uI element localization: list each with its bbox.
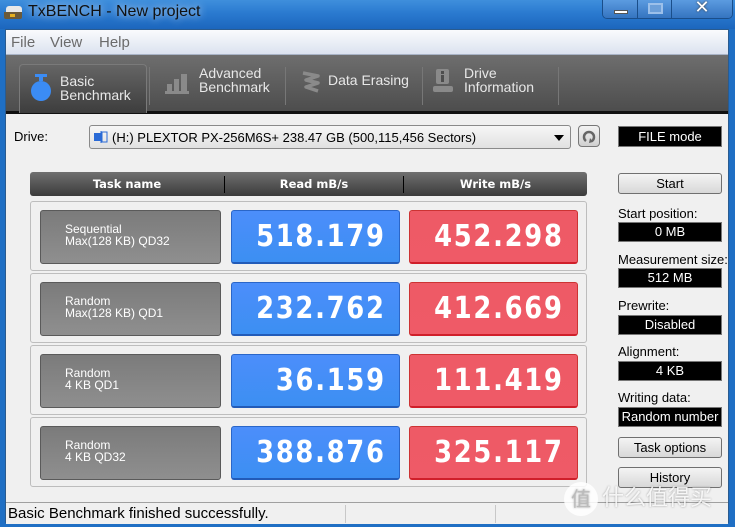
refresh-button[interactable] [578,125,600,147]
write-value-text: 412.669 [434,291,564,326]
read-value-text: 388.876 [256,435,386,470]
app-icon [4,6,22,20]
drive-info-icon [433,69,453,92]
read-value-text: 36.159 [276,363,386,398]
status-separator [345,505,346,523]
stopwatch-icon [31,74,51,101]
window-title: TxBENCH - New project [28,3,201,20]
prewrite-value: Disabled [618,315,722,335]
tab-drive-information-line2: Information [464,79,535,95]
tab-basic-benchmark[interactable]: Basic Benchmark [19,64,147,113]
minimize-icon [614,10,628,14]
status-message: Basic Benchmark finished successfully. [8,505,269,522]
minimize-button[interactable] [603,0,637,18]
toolbar-separator [558,67,559,105]
alignment-value: 4 KB [618,361,722,381]
read-value: 388.876 [231,426,400,480]
task-name-line2: 4 KB QD1 [65,378,120,392]
menu-view[interactable]: View [50,34,82,51]
tab-data-erasing-label: Data Erasing [328,72,409,88]
write-value: 325.117 [409,426,578,480]
mode-indicator: FILE mode [618,126,722,147]
write-value-text: 111.419 [434,363,564,398]
status-separator [495,505,496,523]
chevron-down-icon [554,135,564,141]
tab-advanced-benchmark-line1: Advanced [199,65,262,81]
watermark: 值什么值得买 [564,480,712,516]
measurement-size-value: 512 MB [618,268,722,288]
column-header-read: Read mB/s [279,177,349,191]
task-name: Sequential Max(128 KB) QD32 [65,223,170,247]
tab-drive-information[interactable]: Drive Information [427,65,557,111]
read-value-text: 232.762 [256,291,386,326]
write-value: 452.298 [409,210,578,264]
write-value: 111.419 [409,354,578,408]
refresh-icon [582,130,596,143]
menu-bar: File View Help [6,30,728,55]
task-options-button[interactable]: Task options [618,437,722,458]
prewrite-label: Prewrite: [618,298,670,313]
tab-basic-benchmark-line2: Benchmark [60,87,131,103]
toolbar-separator [149,67,150,105]
start-position-value: 0 MB [618,222,722,242]
task-name: Random Max(128 KB) QD1 [65,295,163,319]
start-button[interactable]: Start [618,173,722,194]
writing-data-value: Random number [618,407,722,427]
column-header-task: Task name [92,177,162,191]
tab-data-erasing[interactable]: Data Erasing [290,65,420,111]
main-window: File View Help Basic Benchmark Advanced … [5,29,729,524]
close-button[interactable]: ✕ [671,0,732,18]
tab-basic-benchmark-line1: Basic [60,73,95,89]
read-value-text: 518.179 [256,219,386,254]
maximize-button[interactable] [637,0,671,18]
menu-file[interactable]: File [11,34,35,51]
write-value-text: 452.298 [434,219,564,254]
drive-label: Drive: [14,129,48,144]
read-value: 232.762 [231,282,400,336]
alignment-label: Alignment: [618,344,680,359]
watermark-text: 什么值得买 [602,486,713,511]
column-header-write: Write mB/s [459,177,532,191]
tab-drive-information-line1: Drive [464,65,497,81]
task-button[interactable]: Random 4 KB QD32 [40,426,221,480]
measurement-size-label: Measurement size: [618,252,728,267]
task-name: Random 4 KB QD32 [65,439,126,463]
task-name-line2: Max(128 KB) QD1 [65,306,164,320]
drive-select-value: (H:) PLEXTOR PX-256M6S+ 238.47 GB (500,1… [112,130,477,145]
toolbar-separator [422,67,423,105]
window-controls: ✕ [602,0,733,19]
task-button[interactable]: Random 4 KB QD1 [40,354,221,408]
eraser-icon [302,71,320,93]
table-row: Sequential Max(128 KB) QD32 518.179 452.2… [30,201,587,271]
writing-data-label: Writing data: [618,390,691,405]
close-icon: ✕ [694,0,710,18]
title-bar: TxBENCH - New project ✕ [0,0,735,29]
read-value: 36.159 [231,354,400,408]
tab-advanced-benchmark[interactable]: Advanced Benchmark [154,65,284,111]
write-value: 412.669 [409,282,578,336]
main-toolbar: Basic Benchmark Advanced Benchmark Data … [6,55,728,114]
task-name: Random 4 KB QD1 [65,367,119,391]
drive-select[interactable]: (H:) PLEXTOR PX-256M6S+ 238.47 GB (500,1… [89,125,571,149]
table-row: Random 4 KB QD1 36.159 111.419 [30,345,587,415]
task-name-line2: 4 KB QD32 [65,450,126,464]
task-name-line2: Max(128 KB) QD32 [65,234,170,248]
bar-chart-icon [165,74,189,94]
read-value: 518.179 [231,210,400,264]
start-position-label: Start position: [618,206,698,221]
write-value-text: 325.117 [434,435,564,470]
toolbar-separator [285,67,286,105]
table-row: Random Max(128 KB) QD1 232.762 412.669 [30,273,587,343]
task-button[interactable]: Sequential Max(128 KB) QD32 [40,210,221,264]
results-table-header: Task name Read mB/s Write mB/s [30,172,587,196]
task-button[interactable]: Random Max(128 KB) QD1 [40,282,221,336]
menu-help[interactable]: Help [99,34,130,51]
maximize-icon [648,3,663,14]
tab-advanced-benchmark-line2: Benchmark [199,79,270,95]
drive-icon [94,131,108,143]
watermark-badge: 值 [564,482,598,516]
table-row: Random 4 KB QD32 388.876 325.117 [30,417,587,487]
